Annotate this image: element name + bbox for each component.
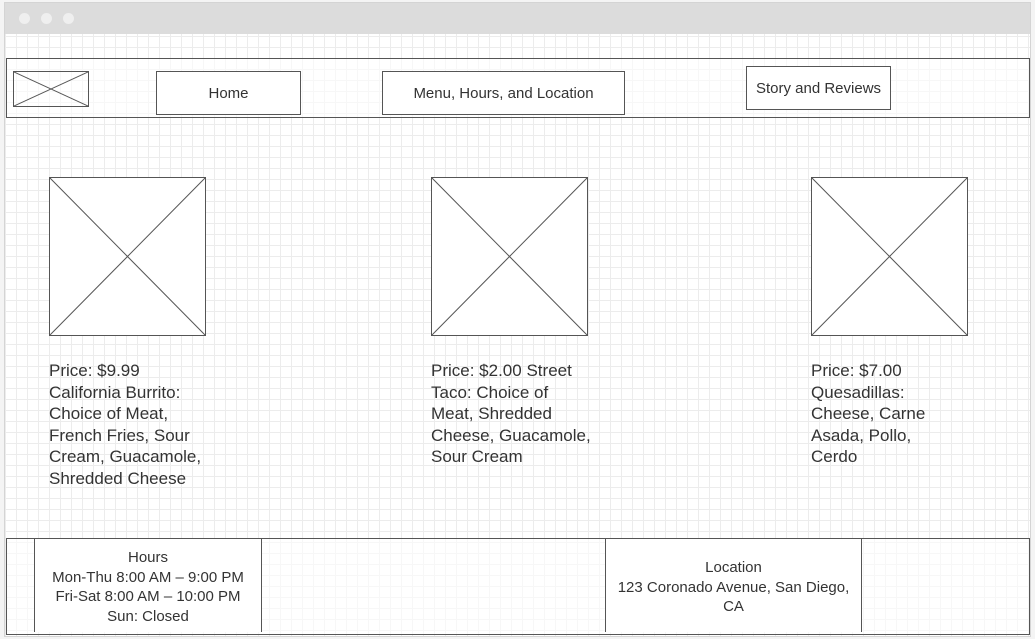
image-placeholder-icon — [14, 72, 88, 106]
location-box: Location 123 Coronado Avenue, San Diego,… — [605, 539, 862, 632]
window-minimize-dot[interactable] — [41, 13, 52, 24]
menu-item-description: California Burrito: Choice of Meat, Fren… — [49, 382, 202, 488]
menu-item-text: Price: $9.99 California Burrito: Choice … — [49, 360, 209, 490]
image-placeholder-icon — [50, 178, 205, 335]
browser-window: Home Menu, Hours, and Location Story and… — [4, 2, 1031, 637]
image-placeholder-icon — [812, 178, 967, 335]
hours-line: Sun: Closed — [107, 607, 189, 625]
window-close-dot[interactable] — [19, 13, 30, 24]
hours-box: Hours Mon-Thu 8:00 AM – 9:00 PM Fri-Sat … — [34, 539, 262, 632]
logo-placeholder[interactable] — [13, 71, 89, 107]
menu-item-price: Price: $2.00 — [431, 361, 522, 380]
nav-home-button[interactable]: Home — [156, 71, 301, 115]
window-titlebar — [5, 3, 1030, 34]
menu-item-image — [431, 177, 588, 336]
nav-story-reviews-button[interactable]: Story and Reviews — [746, 66, 891, 110]
menu-item-text: Price: $7.00 Quesadillas: Cheese, Carne … — [811, 360, 951, 468]
menu-item-text: Price: $2.00 Street Taco: Choice of Meat… — [431, 360, 591, 468]
hours-line: Fri-Sat 8:00 AM – 10:00 PM — [55, 588, 241, 605]
window-maximize-dot[interactable] — [63, 13, 74, 24]
menu-item-price: Price: $7.00 — [811, 361, 902, 380]
nav-menu-hours-location-button[interactable]: Menu, Hours, and Location — [382, 71, 625, 115]
location-address: 123 Coronado Avenue, San Diego, CA — [617, 578, 850, 616]
navigation-bar: Home Menu, Hours, and Location Story and… — [6, 58, 1030, 118]
image-placeholder-icon — [432, 178, 587, 335]
menu-item-price: Price: $9.99 — [49, 361, 140, 380]
hours-line: Mon-Thu 8:00 AM – 9:00 PM — [52, 568, 244, 586]
menu-item-image — [811, 177, 968, 336]
menu-item-image — [49, 177, 206, 336]
location-title: Location — [705, 559, 762, 576]
hours-title: Hours — [127, 549, 168, 566]
menu-item-description: Quesadillas: Cheese, Carne Asada, Pollo,… — [811, 382, 926, 467]
footer-bar: Hours Mon-Thu 8:00 AM – 9:00 PM Fri-Sat … — [6, 538, 1030, 635]
